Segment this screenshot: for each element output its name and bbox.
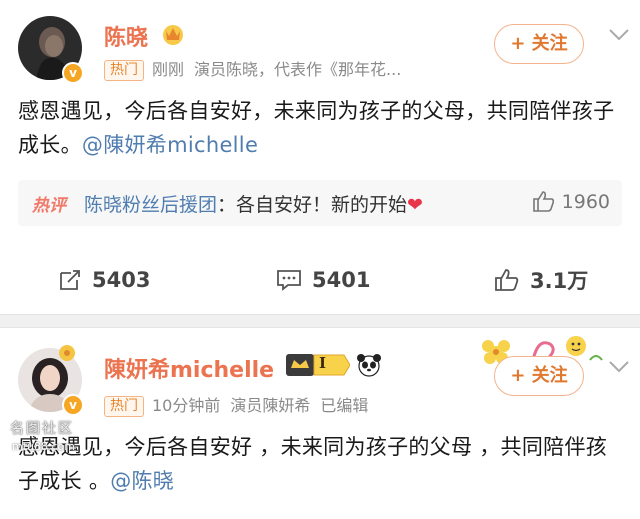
- post-time: 10分钟前: [152, 396, 221, 415]
- panda-icon: [357, 354, 381, 377]
- crown-icon: [163, 25, 183, 45]
- author-name[interactable]: 陳妍希michelle: [104, 352, 274, 384]
- watermark: 名图社区: [10, 421, 74, 437]
- commenter-name[interactable]: 陈晓粉丝后援团: [84, 194, 217, 216]
- thumbs-up-icon: [495, 269, 519, 291]
- comment-count: 5401: [312, 268, 371, 292]
- mention-link[interactable]: @陳妍希michelle: [82, 133, 258, 157]
- hot-comment-label: 热评: [32, 196, 66, 216]
- repost-button[interactable]: 5403: [58, 260, 150, 300]
- thumbs-up-icon: [532, 191, 554, 212]
- chevron-down-icon[interactable]: [608, 360, 630, 374]
- hot-tag: 热门: [104, 60, 144, 81]
- post-text: 感恩遇见，今后各自安好，未来同为孩子的父母，共同陪伴孩子成长。@陳妍希miche…: [18, 99, 615, 157]
- verified-badge-icon: v: [62, 394, 84, 416]
- comment-like[interactable]: 1960: [532, 190, 610, 213]
- action-bar: 5403 5401 3.1万: [0, 260, 640, 300]
- post-divider: [0, 314, 640, 328]
- post-source: 演员陳妍希: [230, 396, 311, 415]
- hot-comment-text: 陈晓粉丝后援团：各自安好！新的开始❤: [84, 194, 423, 216]
- post-time: 刚刚: [152, 60, 185, 79]
- weibo-post-1: v 陈晓 热门 刚刚 演员陈晓，代表作《那年花... + 关注 感恩遇见，今后各自安…: [0, 0, 640, 314]
- repost-icon: [60, 270, 80, 290]
- chevron-down-icon[interactable]: [608, 28, 630, 42]
- member-level-text: I: [319, 354, 327, 372]
- comment-button[interactable]: 5401: [276, 260, 370, 300]
- hot-tag: 热门: [104, 396, 144, 417]
- heart-icon: ❤: [407, 194, 423, 216]
- flower-icon: [59, 345, 75, 361]
- member-level-badge: [286, 354, 350, 376]
- comment-icon: [277, 270, 301, 291]
- repost-count: 5403: [92, 268, 151, 292]
- follow-button[interactable]: + 关注: [494, 356, 584, 396]
- like-count: 3.1万: [530, 269, 589, 293]
- post-meta: 热门 刚刚 演员陈晓，代表作《那年花...: [104, 56, 401, 81]
- verified-badge-icon: v: [62, 62, 84, 84]
- like-button[interactable]: 3.1万: [494, 260, 588, 300]
- edited-label: 已编辑: [320, 396, 369, 415]
- post-meta: 热门 10分钟前 演员陳妍希 已编辑: [104, 392, 368, 417]
- hot-comment[interactable]: 热评 陈晓粉丝后援团：各自安好！新的开始❤ 1960: [18, 180, 622, 226]
- weibo-post-2: v 陳妍希michelle I 热门 10分钟前 演员陳妍希 已编辑 + 关注 感恩遇…: [0, 328, 640, 519]
- follow-button[interactable]: + 关注: [494, 24, 584, 64]
- author-name[interactable]: 陈晓: [104, 20, 148, 52]
- watermark-url: mtu88.com: [12, 440, 75, 453]
- post-source: 演员陈晓，代表作《那年花...: [194, 60, 402, 79]
- post-text: 感恩遇见，今后各自安好 ，未来同为孩子的父母 ，共同陪伴孩子成长 。@陈晓: [18, 435, 608, 493]
- mention-link[interactable]: @陈晓: [110, 469, 174, 493]
